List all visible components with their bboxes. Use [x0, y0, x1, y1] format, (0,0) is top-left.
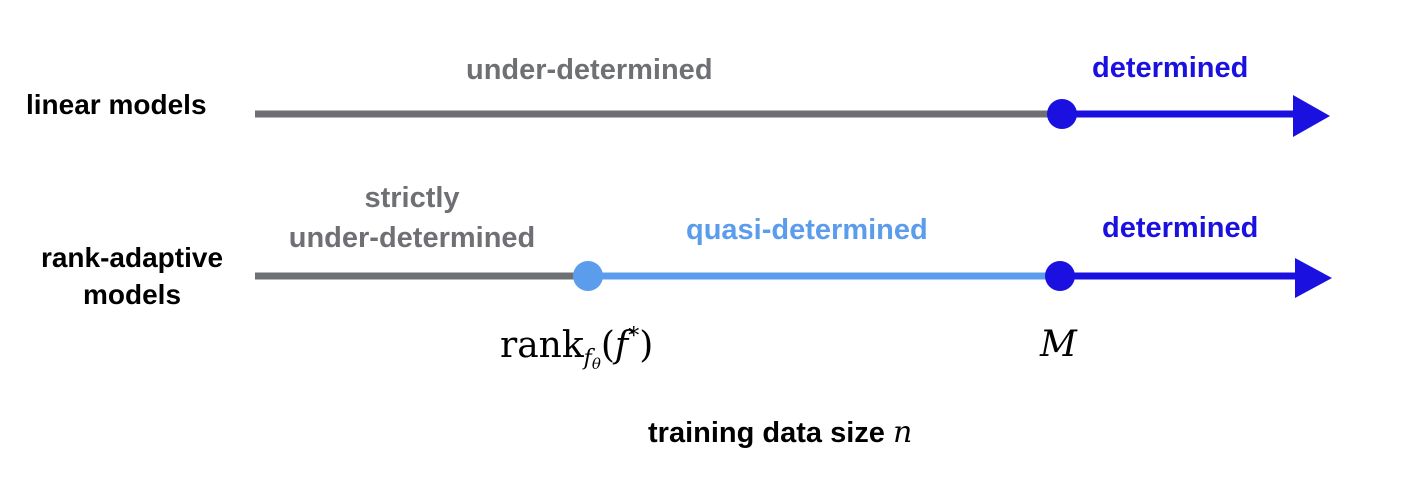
- regime-label-quasi-determined: quasi-determined: [686, 214, 928, 246]
- rank-subscript-f: f: [583, 346, 592, 371]
- rank-open-paren: (: [600, 325, 615, 366]
- rank-operator: rank: [500, 325, 584, 366]
- row-label-rank-adaptive-line1: rank-adaptive: [40, 242, 224, 273]
- row-label-rank-adaptive-line2: models: [82, 279, 182, 310]
- diagram: linear models under-determined determine…: [0, 0, 1412, 500]
- regime-label-strictly-line2: under-determined: [288, 222, 536, 254]
- rank-close-paren: ): [639, 325, 654, 366]
- linear-arrowhead: [1293, 95, 1330, 137]
- axis-label-text: training data size: [648, 417, 885, 449]
- rank-threshold-dot: [573, 261, 603, 291]
- axis-variable-n: n: [892, 415, 913, 450]
- row-label-linear-models: linear models: [26, 89, 207, 120]
- regime-label-determined-linear: determined: [1092, 52, 1249, 84]
- regime-label-determined-rank: determined: [1102, 212, 1259, 244]
- linear-threshold-dot: [1047, 99, 1077, 129]
- regime-label-strictly-under-determined: strictly under-determined: [272, 184, 552, 253]
- rank-arg-star: *: [628, 324, 640, 349]
- M-threshold-dot: [1045, 261, 1075, 291]
- row-label-rank-adaptive-models: rank-adaptive models: [24, 244, 240, 309]
- rank-arrowhead: [1295, 258, 1332, 298]
- rank-arg-f: f: [614, 325, 629, 366]
- M-threshold-label: M: [1040, 324, 1077, 365]
- rank-threshold-label: rankfθ(f*): [500, 326, 653, 372]
- rank-subscript-theta: θ: [591, 355, 601, 373]
- regime-label-under-determined: under-determined: [466, 54, 713, 86]
- axis-label: training data size n: [648, 418, 912, 448]
- regime-label-strictly-line1: strictly: [364, 182, 460, 214]
